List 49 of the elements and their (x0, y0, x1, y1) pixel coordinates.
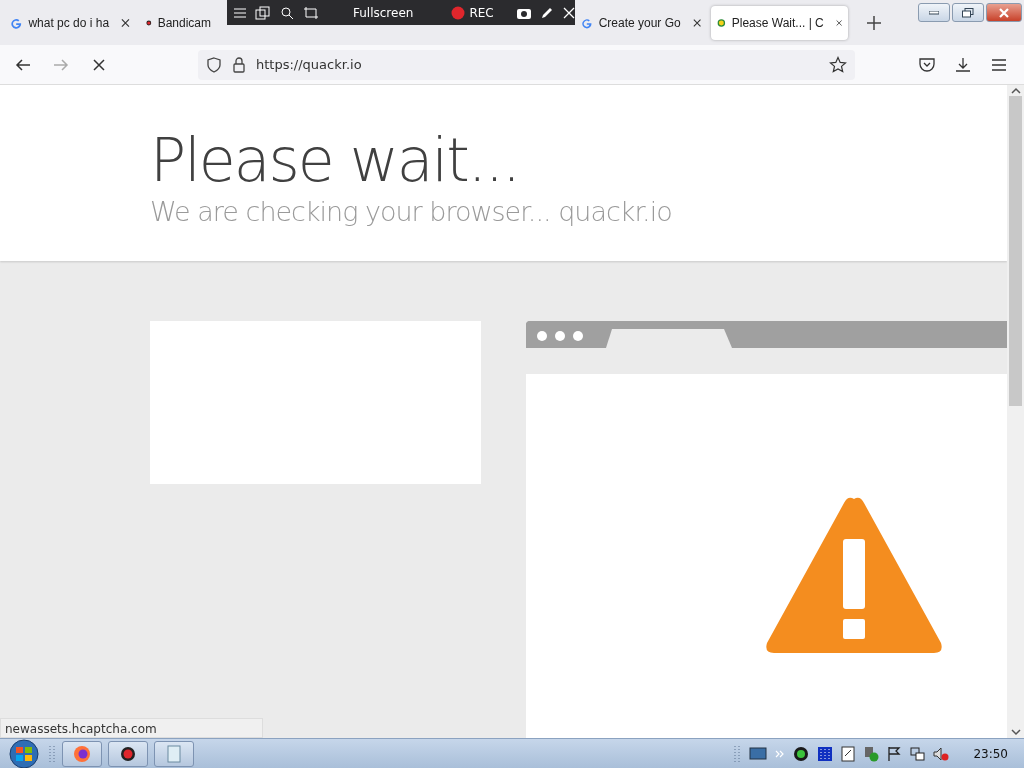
page-title: Please wait... (150, 125, 521, 195)
firefox-icon (73, 744, 91, 763)
status-tooltip: newassets.hcaptcha.com (0, 718, 263, 738)
mode-label[interactable]: Fullscreen (353, 5, 414, 20)
notepad-icon (167, 744, 181, 763)
clock: 23:50 (973, 746, 1008, 761)
shield-check-icon[interactable] (863, 745, 880, 762)
document-icon[interactable] (841, 745, 856, 762)
search-icon[interactable] (279, 5, 295, 20)
browser-tab[interactable]: what pc do i ha (4, 5, 136, 40)
close-icon (999, 7, 1009, 18)
pencil-icon[interactable] (539, 5, 554, 20)
scrollbar[interactable] (1007, 85, 1024, 738)
record-icon (120, 745, 136, 762)
record-icon[interactable] (793, 745, 810, 762)
page-subtitle: We are checking your browser... quackr.io (150, 195, 673, 229)
close-icon[interactable] (121, 17, 130, 28)
record-button[interactable]: REC (451, 5, 494, 20)
speaker-muted-icon[interactable] (933, 745, 950, 762)
restore-button[interactable] (952, 3, 984, 22)
shield-icon[interactable] (206, 56, 222, 73)
windows-icon[interactable] (255, 5, 271, 20)
taskbar-button[interactable] (108, 740, 148, 767)
grip-icon (48, 743, 56, 764)
scroll-up-icon[interactable] (1010, 87, 1021, 94)
address-field[interactable]: https://quackr.io (198, 49, 855, 80)
warning-icon (764, 495, 944, 655)
scroll-down-icon[interactable] (1010, 729, 1021, 736)
close-button[interactable] (986, 3, 1022, 22)
download-icon[interactable] (954, 55, 972, 74)
browser-tab[interactable]: Please Wait... | C (711, 5, 848, 40)
close-icon[interactable] (561, 5, 576, 20)
pocket-icon[interactable] (918, 55, 936, 74)
minimize-icon (929, 10, 939, 15)
flag-icon[interactable] (887, 745, 902, 762)
grid-icon[interactable] (817, 745, 834, 762)
start-button[interactable] (6, 738, 42, 768)
close-icon[interactable] (692, 17, 701, 28)
restore-icon (962, 7, 974, 18)
lock-icon[interactable] (232, 56, 246, 73)
record-icon (451, 5, 466, 20)
monitor-icon[interactable] (749, 745, 768, 762)
browser-tab[interactable]: Bandicam (140, 5, 223, 40)
grip-icon (733, 743, 742, 764)
browser-tab[interactable]: Create your Go (575, 5, 707, 40)
star-icon[interactable] (829, 55, 847, 74)
crop-icon[interactable] (303, 5, 319, 20)
network-icon[interactable] (909, 745, 926, 762)
menu-icon[interactable] (233, 5, 247, 20)
